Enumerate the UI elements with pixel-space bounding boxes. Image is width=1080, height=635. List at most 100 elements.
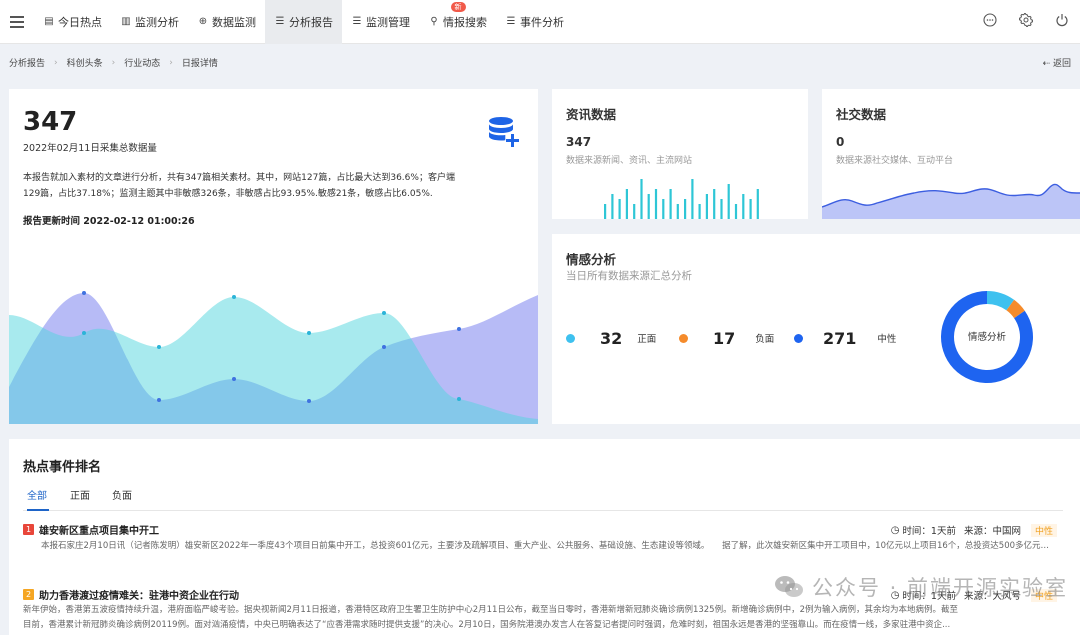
news-body: 本报石家庄2月10日讯（记者陈发明）雄安新区2022年一季度43个项目日前集中开… <box>41 541 1055 551</box>
news-bar <box>676 204 679 219</box>
list-icon: ☰ <box>506 16 516 27</box>
nav-item-label: 情报搜索 <box>443 15 487 29</box>
tab-all[interactable]: 全部 <box>27 487 49 511</box>
news-head: 1 雄安新区重点项目集中开工 ◷ 时间：1天前 来源：中国网 中性 <box>23 521 1063 537</box>
tab-positive[interactable]: 正面 <box>70 487 90 511</box>
sentiment-tag: 中性 <box>1030 523 1057 537</box>
news-bar <box>604 204 607 219</box>
news-bar <box>662 199 665 219</box>
news-title[interactable]: 助力香港渡过疫情难关：驻港中资企业在行动 <box>39 587 239 602</box>
nav-item-monitor-analysis[interactable]: ▥ 监测分析 <box>111 0 188 44</box>
nav-item-event-analysis[interactable]: ☰ 事件分析 <box>496 0 573 44</box>
news-bar <box>727 184 730 219</box>
news-body: 新年伊始，香港第五波疫情持续升温，港府面临严峻考验。据央视新闻2月11日报道，香… <box>23 605 958 615</box>
news-bar-chart <box>604 179 759 219</box>
main-nav: ▤ 今日热点 ▥ 监测分析 ⊕ 数据监测 ☰ 分析报告 ☰ 监测管理 新 ⚲ 情报搜索 ☰ 事件… <box>34 0 573 44</box>
sentiment-negative: 17 负面 <box>679 328 774 348</box>
nav-item-today-hot[interactable]: ▤ 今日热点 <box>34 0 111 44</box>
card-title: 情感分析 <box>566 252 617 267</box>
negative-count: 17 <box>713 328 736 348</box>
nav-item-monitor-manage[interactable]: ☰ 监测管理 <box>342 0 419 44</box>
total-subtitle: 2022年02月11日采集总数据量 <box>23 143 157 154</box>
negative-dot <box>679 333 688 343</box>
neutral-label: 中性 <box>877 334 897 345</box>
news-bar <box>625 189 628 219</box>
back-label: 返回 <box>1052 59 1071 69</box>
social-count: 0 <box>836 135 845 149</box>
news-bar <box>742 194 745 219</box>
breadcrumb-item[interactable]: 行业动态 <box>115 56 160 69</box>
nav-item-data-monitor[interactable]: ⊕ 数据监测 <box>188 0 265 44</box>
breadcrumb: 分析报告 › 科创头条 › 行业动态 › 日报详情 ⇠ 返回 <box>0 44 1080 81</box>
breadcrumb-item[interactable]: 分析报告 <box>0 56 45 69</box>
news-bar <box>720 199 723 219</box>
sentiment-positive: 32 正面 <box>566 328 656 348</box>
search-icon: ⚲ <box>430 16 438 27</box>
hot-events-tabs: 全部 正面 负面 <box>23 487 1063 511</box>
news-bar <box>633 204 636 219</box>
clock-icon: ◷ <box>890 524 900 536</box>
news-bar <box>749 199 752 219</box>
news-bar <box>734 204 738 219</box>
sentiment-donut-chart: 情感分析 <box>941 291 1033 383</box>
news-body: 目前，香港累计新冠肺炎确诊病例20119例。面对汹涌疫情，中央已明确表达了“应香… <box>23 620 951 630</box>
power-icon[interactable] <box>1044 13 1080 31</box>
wave-area-chart <box>9 291 538 424</box>
positive-count: 32 <box>600 328 623 348</box>
nav-item-label: 今日热点 <box>58 15 102 29</box>
sentiment-subtitle: 当日所有数据来源汇总分析 <box>566 270 692 282</box>
sentiment-card: 情感分析 当日所有数据来源汇总分析 32 正面 17 负面 271 中性 情感分… <box>552 234 1080 424</box>
gear-icon[interactable] <box>1008 11 1044 31</box>
news-bar <box>684 199 687 219</box>
menu-icon[interactable] <box>0 0 34 44</box>
news-bar <box>647 194 650 219</box>
rank-badge: 1 <box>23 523 34 535</box>
back-icon: ⇠ <box>1042 59 1053 69</box>
tab-negative[interactable]: 负面 <box>112 487 132 511</box>
news-desc: 数据来源新闻、资讯、主流网站 <box>566 156 693 166</box>
news-time: 时间：1天前 <box>902 526 956 537</box>
sentiment-neutral: 271 中性 <box>794 328 896 348</box>
list-icon: ☰ <box>352 16 362 27</box>
total-count: 347 <box>23 107 78 137</box>
top-navbar: ▤ 今日热点 ▥ 监测分析 ⊕ 数据监测 ☰ 分析报告 ☰ 监测管理 新 ⚲ 情报搜索 ☰ 事件… <box>0 0 1080 44</box>
calendar-icon: ▤ <box>44 16 54 27</box>
news-source: 来源：中国网 <box>963 526 1021 537</box>
hot-events-card: 热点事件排名 全部 正面 负面 1 雄安新区重点项目集中开工 ◷ 时间：1天前 … <box>9 439 1080 635</box>
nav-item-label: 数据监测 <box>212 15 256 29</box>
nav-item-intel-search[interactable]: 新 ⚲ 情报搜索 <box>419 0 496 44</box>
summary-card: 347 2022年02月11日采集总数据量 本报告就加入素材的文章进行分析，共有… <box>9 89 538 424</box>
donut-center-label: 情感分析 <box>968 331 1007 343</box>
wechat-icon <box>774 576 803 597</box>
list-icon: ☰ <box>275 16 285 27</box>
news-count: 347 <box>566 135 592 149</box>
news-meta: ◷ 时间：1天前 来源：中国网 中性 <box>891 523 1057 537</box>
list-item[interactable]: 1 雄安新区重点项目集中开工 ◷ 时间：1天前 来源：中国网 中性 本报石家庄2… <box>23 521 1063 554</box>
breadcrumb-item-current: 日报详情 <box>181 59 218 69</box>
message-icon[interactable] <box>972 13 1008 31</box>
news-bar <box>705 194 708 219</box>
news-bar <box>691 179 694 219</box>
nav-item-analysis-report[interactable]: ☰ 分析报告 <box>265 0 342 44</box>
top-right-tools <box>972 0 1080 44</box>
report-line: 本报告就加入素材的文章进行分析，共有347篇相关素材。其中，网站127篇，占比最… <box>23 173 455 183</box>
back-button[interactable]: ⇠ 返回 <box>1043 56 1071 69</box>
nav-item-label: 监测分析 <box>135 15 179 29</box>
negative-label: 负面 <box>755 334 775 345</box>
card-title: 资讯数据 <box>566 107 617 122</box>
news-title[interactable]: 雄安新区重点项目集中开工 <box>39 522 159 537</box>
social-data-card: 社交数据 0 数据来源社交媒体、互动平台 <box>822 89 1080 219</box>
neutral-dot <box>794 333 803 343</box>
social-desc: 数据来源社交媒体、互动平台 <box>836 156 954 166</box>
news-bar <box>756 189 759 219</box>
report-update-time: 报告更新时间 2022-02-12 01:00:26 <box>23 216 195 227</box>
news-bar <box>618 199 621 219</box>
nav-item-label: 分析报告 <box>289 15 333 29</box>
positive-label: 正面 <box>637 334 657 345</box>
new-badge: 新 <box>450 1 466 12</box>
report-summary: 本报告就加入素材的文章进行分析，共有347篇相关素材。其中，网站127篇，占比最… <box>23 170 523 202</box>
news-bar <box>713 189 716 219</box>
breadcrumb-item[interactable]: 科创头条 <box>58 56 103 69</box>
social-area-chart <box>822 183 1080 219</box>
neutral-count: 271 <box>823 328 857 348</box>
